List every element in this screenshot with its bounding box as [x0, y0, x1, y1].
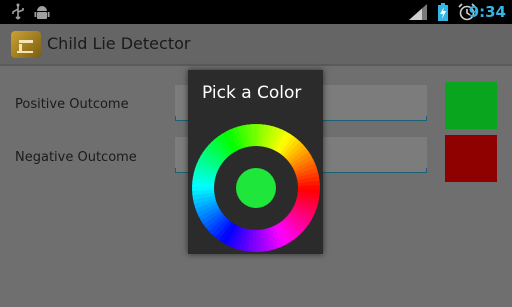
negative-color-swatch[interactable] [445, 135, 497, 182]
usb-icon [12, 3, 24, 20]
color-wheel[interactable] [192, 124, 320, 252]
signal-icon [409, 4, 427, 20]
status-bar: 9:34 [0, 0, 512, 24]
status-time: 9:34 [468, 3, 506, 21]
selected-color-preview[interactable] [236, 168, 276, 208]
color-picker-dialog: Pick a Color [188, 70, 323, 254]
action-bar: Child Lie Detector [0, 24, 512, 64]
battery-charging-icon [438, 3, 448, 21]
app-icon[interactable] [11, 31, 41, 58]
negative-outcome-label: Negative Outcome [15, 150, 137, 165]
app-title: Child Lie Detector [47, 34, 191, 53]
gavel-icon [17, 40, 33, 53]
positive-color-swatch[interactable] [445, 82, 497, 129]
dialog-title: Pick a Color [202, 83, 302, 103]
positive-outcome-label: Positive Outcome [15, 97, 129, 112]
android-debug-icon [34, 6, 50, 19]
